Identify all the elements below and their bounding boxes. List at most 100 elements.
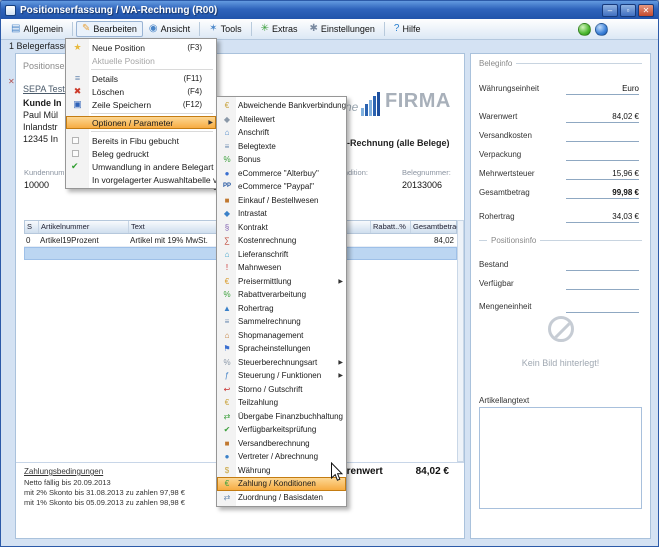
titlebar[interactable]: Positionserfassung / WA-Rechnung (R00) –…: [1, 1, 658, 19]
field-value-belegnummer[interactable]: 20133006: [402, 180, 442, 190]
blue-status-icon[interactable]: [595, 23, 608, 36]
purchasing-icon: ■: [220, 194, 234, 207]
menu-separator: [91, 131, 213, 132]
submenu-item-abweichende-bankverbindung[interactable]: €Abweichende Bankverbindung: [217, 99, 346, 113]
table-cell: [344, 234, 370, 247]
column-header[interactable]: [345, 221, 371, 233]
menu-item-bereits-in-fibu-gebucht[interactable]: Bereits in Fibu gebucht: [66, 134, 216, 147]
menu-item-zeile-speichern[interactable]: ▣Zeile Speichern(F12): [66, 98, 216, 111]
menubar-item-einstellungen[interactable]: ✱Einstellungen: [303, 21, 380, 37]
submenu-item-shopmanagement[interactable]: ⌂Shopmanagement: [217, 329, 346, 343]
table-cell: 84,02: [410, 234, 457, 247]
mouse-cursor: [330, 462, 343, 482]
artikellangtext-box[interactable]: [479, 407, 642, 509]
currency-icon: $: [220, 464, 234, 477]
submenu-item-steuerberechnungsart[interactable]: %Steuerberechnungsart▶: [217, 356, 346, 370]
submenu-item-bonus[interactable]: %Bonus: [217, 153, 346, 167]
cost-accounting-icon: ∑: [220, 234, 234, 247]
column-header-gesamtbetrag[interactable]: Gesamtbetrag: [411, 221, 458, 233]
submenu-item-uebergabe-finanzbuchhaltung[interactable]: ⇄Übergabe Finanzbuchhaltung: [217, 410, 346, 424]
logo-bars-icon: [361, 92, 382, 116]
no-image-placeholder: Kein Bild hinterlegt!: [479, 316, 642, 368]
submenu-item-ecommerce-paypal[interactable]: PPeCommerce "Paypal": [217, 180, 346, 194]
delete-icon: ✖: [70, 85, 85, 98]
field-value-kundennummer[interactable]: 10000: [24, 180, 49, 190]
menu-item-neue-position[interactable]: ★Neue Position(F3): [66, 41, 216, 54]
menu-item-umwandlung-in-andere-belegart-moeglich[interactable]: ✔Umwandlung in andere Belegart möglich: [66, 160, 216, 173]
contract-icon: §: [220, 221, 234, 234]
menu-item-optionen-parameter[interactable]: Optionen / Parameter▶: [66, 116, 216, 129]
close-button[interactable]: ✕: [638, 4, 654, 17]
payment-term-line: mit 2% Skonto bis 31.08.2013 zu zahlen 9…: [24, 488, 185, 498]
menubar-item-extras[interactable]: ✳Extras: [255, 21, 304, 37]
column-header-s[interactable]: S: [25, 221, 39, 233]
optionen-parameter-submenu: €Abweichende Bankverbindung◆Alteilewert⌂…: [216, 96, 347, 507]
paypal-icon: PP: [220, 180, 234, 193]
no-image-icon: [548, 316, 574, 342]
submenu-item-ecommerce-alterbuy[interactable]: ●eCommerce "Alterbuy": [217, 167, 346, 181]
submenu-item-steuerung-funktionen[interactable]: ƒSteuerung / Funktionen▶: [217, 369, 346, 383]
field-label-belegnummer: Belegnummer:: [402, 168, 451, 177]
checkmark-icon: ✔: [71, 161, 79, 172]
submenu-item-vertreter-abrechnung[interactable]: ●Vertreter / Abrechnung: [217, 450, 346, 464]
submenu-item-anschrift[interactable]: ⌂Anschrift: [217, 126, 346, 140]
submenu-item-intrastat[interactable]: ◆Intrastat: [217, 207, 346, 221]
submenu-item-einkauf-bestellwesen[interactable]: ■Einkauf / Bestellwesen: [217, 194, 346, 208]
submenu-item-lieferanschrift[interactable]: ⌂Lieferanschrift: [217, 248, 346, 262]
delete-address-icon[interactable]: ✕: [8, 77, 15, 86]
column-header-artikelnummer[interactable]: Artikelnummer: [39, 221, 129, 233]
column-header-rabatt[interactable]: Rabatt..%: [371, 221, 411, 233]
submenu-item-kostenrechnung[interactable]: ∑Kostenrechnung: [217, 234, 346, 248]
representative-icon: ●: [220, 450, 234, 463]
availability-check-icon: ✔: [220, 423, 234, 436]
submenu-item-versandberechnung[interactable]: ■Versandberechnung: [217, 437, 346, 451]
new-position-icon: ★: [70, 41, 85, 54]
submenu-item-kontrakt[interactable]: §Kontrakt: [217, 221, 346, 235]
customer-link[interactable]: SEPA Test -: [23, 84, 70, 94]
green-status-icon[interactable]: [578, 23, 591, 36]
submenu-item-storno-gutschrift[interactable]: ↩Storno / Gutschrift: [217, 383, 346, 397]
intrastat-icon: ◆: [220, 207, 234, 220]
submenu-item-rabattverarbeitung[interactable]: %Rabattverarbeitung: [217, 288, 346, 302]
menu-item-in-vorgelagerter-auswahltabelle-verbergen[interactable]: In vorgelagerter Auswahltabelle verberge…: [66, 173, 216, 186]
submenu-item-alteilewert[interactable]: ◆Alteilewert: [217, 113, 346, 127]
menu-item-aktuelle-position: Aktuelle Position: [66, 54, 216, 67]
artikellangtext-label: Artikellangtext: [479, 396, 529, 405]
document-text-icon: ≡: [220, 140, 234, 153]
no-image-text: Kein Bild hinterlegt!: [479, 358, 642, 368]
menubar-item-tools[interactable]: ✶Tools: [203, 21, 247, 37]
submenu-item-verfuegbarkeitspruefung[interactable]: ✔Verfügbarkeitsprüfung: [217, 423, 346, 437]
menu-item-beleg-gedruckt[interactable]: Beleg gedruckt: [66, 147, 216, 160]
assignment-icon: ⇄: [220, 491, 234, 504]
submenu-item-waehrung[interactable]: $Währung: [217, 464, 346, 478]
save-row-icon: ▣: [70, 98, 85, 111]
logo-prefix: ne: [345, 100, 358, 114]
submenu-item-spracheinstellungen[interactable]: ⚑Spracheinstellungen: [217, 342, 346, 356]
control-functions-icon: ƒ: [220, 369, 234, 382]
menubar-item-bearbeiten[interactable]: ✎Bearbeiten: [76, 21, 143, 37]
bonus-icon: %: [220, 153, 234, 166]
maximize-button[interactable]: ▫: [620, 4, 636, 17]
customer-line: 12345 In: [23, 133, 62, 145]
submenu-item-teilzahlung[interactable]: €Teilzahlung: [217, 396, 346, 410]
menu-item-details[interactable]: ≡Details(F11): [66, 72, 216, 85]
info-value-verfuegbar: [566, 279, 639, 290]
menu-item-loeschen[interactable]: ✖Löschen(F4): [66, 85, 216, 98]
menubar-item-hilfe[interactable]: ?Hilfe: [388, 21, 427, 37]
info-row-bestand: Bestand: [471, 260, 650, 272]
table-cell: [370, 234, 410, 247]
submenu-item-zahlung-konditionen[interactable]: €Zahlung / Konditionen: [217, 477, 346, 491]
submenu-item-rohertrag[interactable]: ▲Rohertrag: [217, 302, 346, 316]
table-scrollbar[interactable]: [457, 220, 464, 462]
submenu-item-sammelrechnung[interactable]: ≡Sammelrechnung: [217, 315, 346, 329]
minimize-button[interactable]: –: [602, 4, 618, 17]
menubar-item-ansicht[interactable]: ◉Ansicht: [143, 21, 196, 37]
help-icon: ?: [394, 24, 400, 34]
submenu-item-zuordnung-basisdaten[interactable]: ⇄Zuordnung / Basisdaten: [217, 491, 346, 505]
edit-pencil-icon: ✎: [82, 24, 90, 34]
submenu-item-preisermittlung[interactable]: €Preisermittlung▶: [217, 275, 346, 289]
app-icon: [5, 5, 16, 16]
submenu-item-belegtexte[interactable]: ≡Belegtexte: [217, 140, 346, 154]
submenu-item-mahnwesen[interactable]: !Mahnwesen: [217, 261, 346, 275]
menubar-item-allgemein[interactable]: ▤Allgemein: [5, 21, 69, 37]
